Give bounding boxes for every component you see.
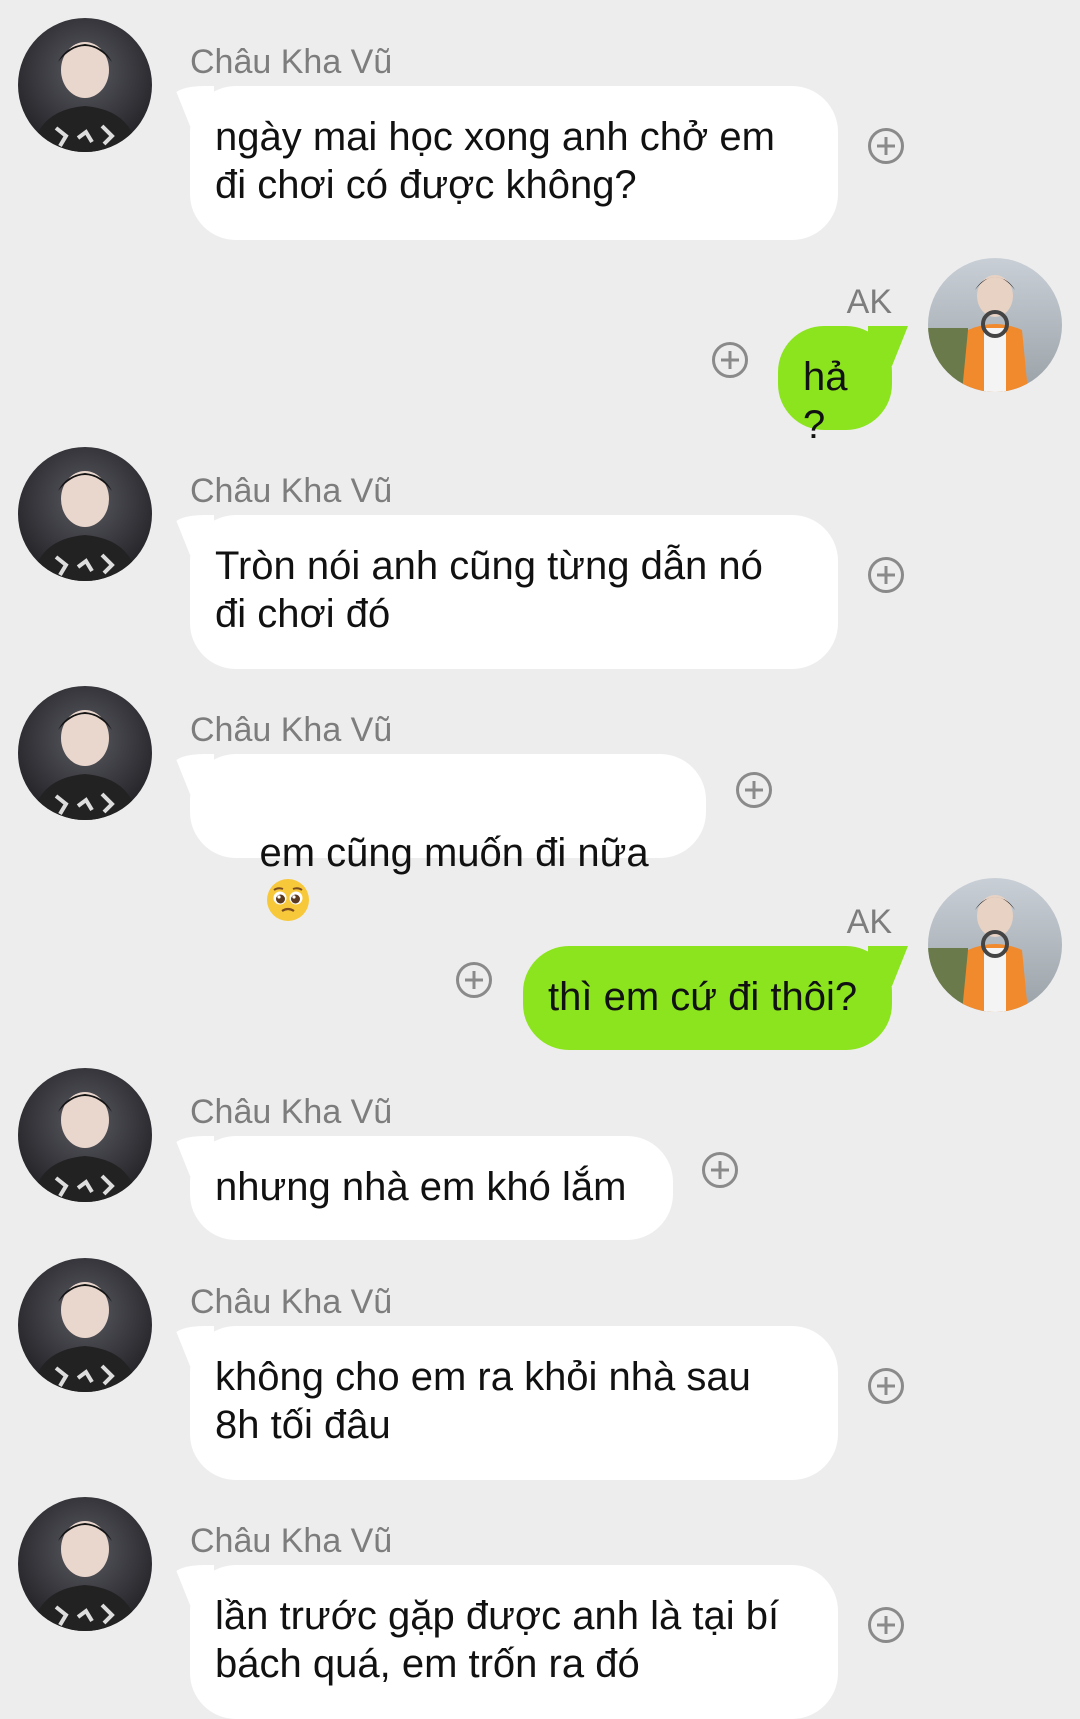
- self-avatar[interactable]: [928, 878, 1062, 1012]
- message-bubble[interactable]: ngày mai học xong anh chở em đi chơi có …: [190, 86, 838, 240]
- contact-avatar[interactable]: [18, 18, 152, 152]
- sender-name: Châu Kha Vũ: [190, 1093, 393, 1131]
- plus-circle-icon[interactable]: [736, 772, 772, 808]
- contact-avatar[interactable]: [18, 686, 152, 820]
- sender-name: Châu Kha Vũ: [190, 1522, 393, 1560]
- contact-avatar[interactable]: [18, 1258, 152, 1392]
- contact-avatar[interactable]: [18, 447, 152, 581]
- message-bubble[interactable]: thì em cứ đi thôi?: [523, 946, 892, 1050]
- pleading-face-emoji: [267, 879, 310, 921]
- message-text: em cũng muốn đi nữa: [259, 831, 649, 875]
- contact-avatar[interactable]: [18, 1068, 152, 1202]
- message-bubble[interactable]: nhưng nhà em khó lắm: [190, 1136, 673, 1240]
- message-bubble[interactable]: lần trước gặp được anh là tại bí bách qu…: [190, 1565, 838, 1719]
- plus-circle-icon[interactable]: [456, 962, 492, 998]
- sender-name: Châu Kha Vũ: [190, 1283, 393, 1321]
- contact-avatar[interactable]: [18, 1497, 152, 1631]
- plus-circle-icon[interactable]: [868, 557, 904, 593]
- self-avatar[interactable]: [928, 258, 1062, 392]
- message-bubble[interactable]: hả?: [778, 326, 892, 447]
- sender-name: AK: [846, 903, 892, 941]
- sender-name: AK: [846, 283, 892, 321]
- plus-circle-icon[interactable]: [868, 1607, 904, 1643]
- sender-name: Châu Kha Vũ: [190, 472, 393, 510]
- plus-circle-icon[interactable]: [702, 1152, 738, 1188]
- message-bubble[interactable]: Tròn nói anh cũng từng dẫn nó đi chơi đó: [190, 515, 838, 669]
- sender-name: Châu Kha Vũ: [190, 711, 393, 749]
- message-bubble[interactable]: em cũng muốn đi nữa: [190, 754, 706, 921]
- plus-circle-icon[interactable]: [712, 342, 748, 378]
- message-bubble[interactable]: không cho em ra khỏi nhà sau 8h tối đâu: [190, 1326, 838, 1480]
- plus-circle-icon[interactable]: [868, 128, 904, 164]
- sender-name: Châu Kha Vũ: [190, 43, 393, 81]
- plus-circle-icon[interactable]: [868, 1368, 904, 1404]
